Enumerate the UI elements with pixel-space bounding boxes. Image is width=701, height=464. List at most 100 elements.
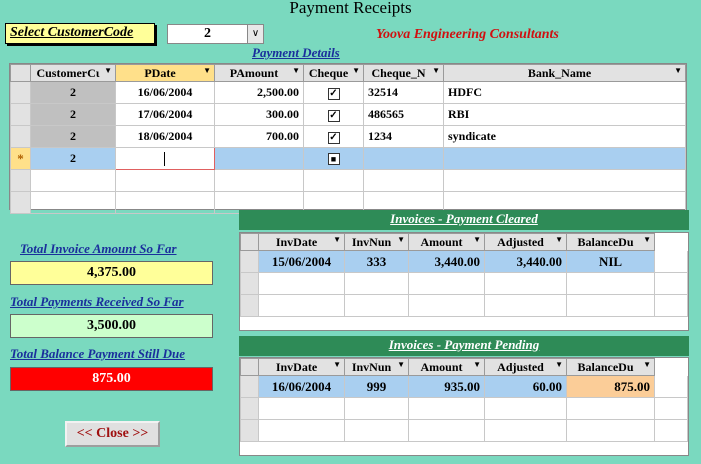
cell-inv-date[interactable]: 15/06/2004	[258, 250, 345, 273]
column-header-inv-date[interactable]: InvDate ▼	[258, 233, 345, 251]
cell-cheque[interactable]: ✓	[303, 125, 364, 148]
checkbox-checked[interactable]: ✓	[327, 88, 340, 100]
dropdown-arrow-icon[interactable]: ▼	[674, 66, 682, 75]
cell-pamount[interactable]	[214, 147, 304, 170]
cell-adjusted[interactable]: 60.00	[484, 375, 567, 398]
column-header-balance-due[interactable]: BalanceDu ▼	[566, 233, 655, 251]
cell-pamount[interactable]: 300.00	[214, 103, 304, 126]
column-header-cheque[interactable]: Cheque ▼	[303, 64, 364, 82]
row-selector[interactable]	[240, 375, 259, 398]
cell-inv-num[interactable]: 999	[344, 375, 409, 398]
cell-customer[interactable]: 2	[30, 147, 116, 170]
select-all-corner[interactable]	[240, 233, 259, 251]
row-selector[interactable]	[240, 250, 259, 273]
dropdown-arrow-icon[interactable]: ▼	[555, 235, 563, 244]
close-button[interactable]: << Close >>	[65, 421, 160, 447]
checkbox-checked[interactable]: ✓	[327, 110, 340, 122]
cell-pdate[interactable]: 17/06/2004	[115, 103, 215, 126]
cell-cheque-no[interactable]	[363, 147, 444, 170]
dropdown-arrow-icon[interactable]: ▼	[397, 360, 405, 369]
cell-cheque-no[interactable]: 486565	[363, 103, 444, 126]
text-cursor	[164, 152, 165, 167]
row-selector[interactable]	[10, 125, 31, 148]
table-row[interactable]: 2 18/06/2004 700.00 ✓ 1234 syndicate	[10, 125, 686, 148]
dropdown-arrow-icon[interactable]: ▼	[555, 360, 563, 369]
company-name: Yoova Engineering Consultants	[376, 27, 559, 42]
row-selector[interactable]	[10, 81, 31, 104]
dropdown-arrow-icon[interactable]: ▼	[203, 66, 211, 75]
column-header-adjusted[interactable]: Adjusted ▼	[484, 233, 567, 251]
table-row[interactable]: 16/06/2004 999 935.00 60.00 875.00	[240, 375, 688, 398]
column-header-pamount[interactable]: PAmount ▼	[214, 64, 304, 82]
column-header-adjusted[interactable]: Adjusted ▼	[484, 358, 567, 376]
cell-customer[interactable]: 2	[30, 103, 116, 126]
cell-bank-name[interactable]: RBI	[443, 103, 686, 126]
row-selector[interactable]	[10, 103, 31, 126]
dropdown-arrow-icon[interactable]: ▼	[432, 66, 440, 75]
cell-cheque-no[interactable]: 1234	[363, 125, 444, 148]
new-record-row[interactable]: * 2 ■	[10, 147, 686, 170]
cell-amount[interactable]: 935.00	[408, 375, 485, 398]
total-invoice-label: Total Invoice Amount So Far	[20, 241, 177, 256]
column-header-bank-name[interactable]: Bank_Name ▼	[443, 64, 686, 82]
cell-cheque[interactable]: ✓	[303, 81, 364, 104]
window-title: Payment Receipts	[289, 0, 412, 17]
column-header-amount[interactable]: Amount ▼	[408, 233, 485, 251]
column-header-cheque-no[interactable]: Cheque_N ▼	[363, 64, 444, 82]
invoices-pending-grid: InvDate ▼ InvNun ▼ Amount ▼ Adjusted ▼ Balan…	[239, 357, 689, 456]
column-header-pdate[interactable]: PDate ▼	[115, 64, 215, 82]
cell-pdate[interactable]: 18/06/2004	[115, 125, 215, 148]
dropdown-arrow-icon[interactable]: ▼	[333, 360, 341, 369]
checkbox-checked[interactable]: ✓	[327, 132, 340, 144]
column-header-customer[interactable]: CustomerCι ▼	[30, 64, 116, 82]
column-header-inv-num[interactable]: InvNun ▼	[344, 358, 409, 376]
column-header-inv-num[interactable]: InvNun ▼	[344, 233, 409, 251]
table-row[interactable]: 15/06/2004 333 3,440.00 3,440.00 NIL	[240, 250, 688, 273]
dropdown-arrow-icon[interactable]: ▼	[473, 360, 481, 369]
cell-bank-name[interactable]: HDFC	[443, 81, 686, 104]
row-selector	[240, 397, 259, 420]
cell-cheque-no[interactable]: 32514	[363, 81, 444, 104]
table-row[interactable]: 2 17/06/2004 300.00 ✓ 486565 RBI	[10, 103, 686, 126]
column-header-balance-due[interactable]: BalanceDu ▼	[566, 358, 655, 376]
cell-adjusted[interactable]: 3,440.00	[484, 250, 567, 273]
row-selector	[240, 294, 259, 317]
dropdown-arrow-icon[interactable]: ▼	[292, 66, 300, 75]
dropdown-arrow-icon[interactable]: ▼	[643, 235, 651, 244]
cell-pamount[interactable]: 2,500.00	[214, 81, 304, 104]
dropdown-arrow-icon[interactable]: ▼	[352, 66, 360, 75]
cell-cheque[interactable]: ✓	[303, 103, 364, 126]
cell-inv-num[interactable]: 333	[344, 250, 409, 273]
cell-bank-name[interactable]	[443, 147, 686, 170]
dropdown-arrow-icon[interactable]: ▼	[397, 235, 405, 244]
cell-pamount[interactable]: 700.00	[214, 125, 304, 148]
cell-customer[interactable]: 2	[30, 125, 116, 148]
payment-details-heading: Payment Details	[252, 45, 340, 60]
cell-customer[interactable]: 2	[30, 81, 116, 104]
column-header-amount[interactable]: Amount ▼	[408, 358, 485, 376]
select-all-corner[interactable]	[10, 64, 31, 82]
invoices-pending-heading: Invoices - Payment Pending	[239, 336, 689, 356]
column-header-inv-date[interactable]: InvDate ▼	[258, 358, 345, 376]
cell-pdate[interactable]: 16/06/2004	[115, 81, 215, 104]
pdate-input[interactable]	[115, 147, 215, 170]
dropdown-arrow-icon[interactable]: ▼	[643, 360, 651, 369]
table-row[interactable]: 2 16/06/2004 2,500.00 ✓ 32514 HDFC	[10, 81, 686, 104]
checkbox-indeterminate[interactable]: ■	[327, 153, 340, 165]
dropdown-arrow-icon[interactable]: ▼	[333, 235, 341, 244]
total-payments-value: 3,500.00	[10, 314, 213, 338]
dropdown-arrow-icon[interactable]: ▼	[104, 66, 112, 75]
customer-code-label: Select CustomerCode	[5, 23, 155, 44]
cell-inv-date[interactable]: 16/06/2004	[258, 375, 345, 398]
chevron-down-icon[interactable]: ∨	[247, 25, 263, 43]
dropdown-arrow-icon[interactable]: ▼	[473, 235, 481, 244]
invoices-cleared-heading: Invoices - Payment Cleared	[239, 210, 689, 230]
customer-code-select[interactable]: 2 ∨	[167, 24, 264, 44]
select-all-corner[interactable]	[240, 358, 259, 376]
cell-balance-due[interactable]: NIL	[566, 250, 655, 273]
cell-cheque[interactable]: ■	[303, 147, 364, 170]
row-selector	[240, 272, 259, 295]
cell-bank-name[interactable]: syndicate	[443, 125, 686, 148]
cell-balance-due[interactable]: 875.00	[566, 375, 655, 398]
cell-amount[interactable]: 3,440.00	[408, 250, 485, 273]
